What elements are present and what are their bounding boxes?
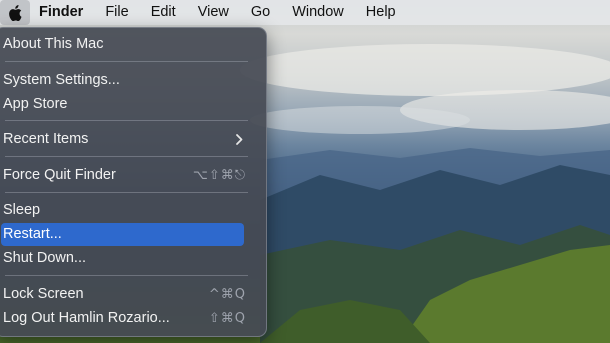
menu-item-about-this-mac[interactable]: About This Mac	[1, 33, 244, 56]
menu-item-label: Lock Screen	[3, 286, 84, 302]
menubar-go[interactable]: Go	[240, 0, 281, 25]
menu-separator	[5, 192, 248, 193]
menu-item-system-settings[interactable]: System Settings...	[1, 69, 244, 92]
menu-item-force-quit[interactable]: Force Quit Finder ⌥⇧⌘⎋	[1, 164, 246, 187]
menubar-view[interactable]: View	[187, 0, 240, 25]
menu-separator	[5, 275, 248, 276]
menubar-finder[interactable]: Finder	[30, 0, 94, 25]
menu-item-log-out[interactable]: Log Out Hamlin Rozario... ⇧⌘Q	[1, 307, 246, 330]
keyboard-shortcut: ⇧⌘Q	[208, 311, 246, 326]
apple-logo-icon[interactable]	[0, 0, 30, 25]
menu-item-label: Force Quit Finder	[3, 167, 116, 183]
screen: Finder File Edit View Go Window Help Abo…	[0, 0, 610, 343]
menu-bar: Finder File Edit View Go Window Help	[0, 0, 610, 25]
menu-item-label: Shut Down...	[3, 250, 87, 266]
menu-item-label: Sleep	[3, 202, 41, 218]
menu-item-label: System Settings...	[3, 72, 120, 88]
menubar-window[interactable]: Window	[281, 0, 355, 25]
menu-item-label: Restart...	[3, 226, 62, 242]
keyboard-shortcut: ^⌘Q	[208, 287, 246, 302]
apple-menu: About This Mac System Settings... App St…	[0, 27, 267, 337]
menubar-file[interactable]: File	[94, 0, 139, 25]
menubar-help[interactable]: Help	[355, 0, 407, 25]
menu-item-label: App Store	[3, 96, 68, 112]
menu-item-app-store[interactable]: App Store	[1, 93, 244, 116]
menu-item-shut-down[interactable]: Shut Down...	[1, 247, 244, 270]
menu-item-label: Log Out Hamlin Rozario...	[3, 310, 170, 326]
menu-item-label: Recent Items	[3, 131, 89, 147]
chevron-right-icon	[234, 128, 244, 158]
menu-item-restart[interactable]: Restart...	[1, 223, 244, 246]
menu-separator	[5, 120, 248, 121]
keyboard-shortcut: ⌥⇧⌘⎋	[192, 168, 246, 183]
menu-separator	[5, 156, 248, 157]
menu-item-label: About This Mac	[3, 36, 104, 52]
menu-item-lock-screen[interactable]: Lock Screen ^⌘Q	[1, 283, 246, 306]
menu-item-recent-items[interactable]: Recent Items	[1, 128, 244, 151]
menubar-edit[interactable]: Edit	[140, 0, 187, 25]
menu-separator	[5, 61, 248, 62]
menu-item-sleep[interactable]: Sleep	[1, 199, 244, 222]
